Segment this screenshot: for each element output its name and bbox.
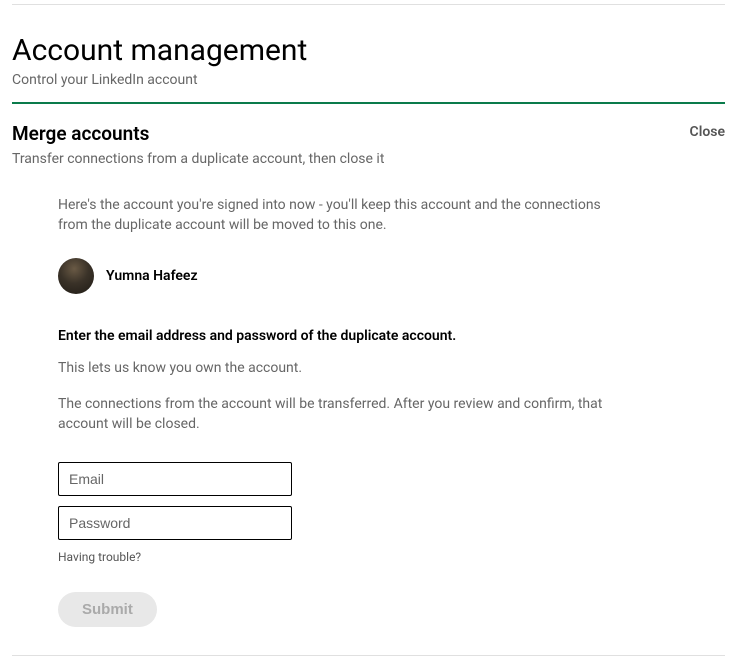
submit-button[interactable]: Submit	[58, 592, 157, 627]
instruction-line-2: The connections from the account will be…	[58, 394, 638, 435]
password-field[interactable]	[58, 506, 292, 540]
page-subtitle: Control your LinkedIn account	[12, 72, 725, 88]
instruction-heading: Enter the email address and password of …	[58, 328, 665, 344]
merge-form: Having trouble? Submit	[58, 462, 665, 627]
content-area: Here's the account you're signed into no…	[12, 195, 725, 627]
having-trouble-link[interactable]: Having trouble?	[58, 550, 665, 564]
accent-divider	[12, 102, 725, 104]
intro-text: Here's the account you're signed into no…	[58, 195, 618, 236]
section-title: Merge accounts	[12, 122, 149, 145]
email-field[interactable]	[58, 462, 292, 496]
page-title: Account management	[12, 33, 725, 68]
avatar	[58, 258, 94, 294]
current-account-row: Yumna Hafeez	[58, 258, 665, 294]
account-name: Yumna Hafeez	[106, 268, 198, 284]
section-subtitle: Transfer connections from a duplicate ac…	[12, 151, 725, 167]
section-header: Merge accounts Close	[12, 122, 725, 145]
close-button[interactable]: Close	[690, 122, 725, 140]
top-divider	[12, 4, 725, 5]
instruction-line-1: This lets us know you own the account.	[58, 358, 638, 378]
